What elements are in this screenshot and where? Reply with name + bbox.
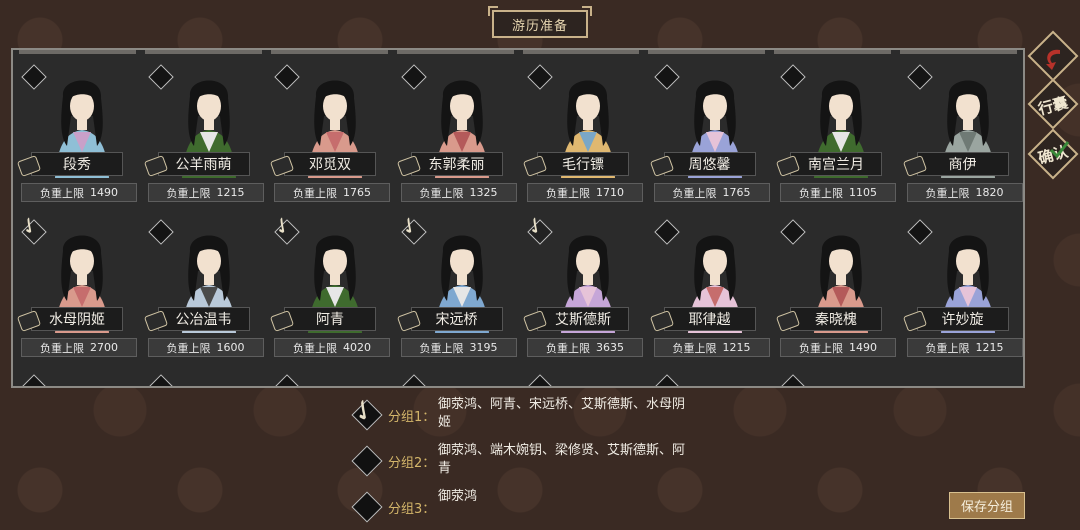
select-checkbox[interactable] [274, 374, 300, 386]
character-card-partial[interactable] [776, 370, 894, 388]
select-checkbox[interactable] [527, 374, 553, 386]
character-name: 公羊雨萌 [157, 152, 250, 176]
character-portrait [184, 384, 224, 388]
character-card-partial[interactable] [650, 370, 768, 388]
character-name: 耶律越 [663, 307, 756, 331]
character-portrait [57, 384, 97, 388]
group-2-checkbox[interactable] [351, 445, 383, 477]
character-card[interactable]: 南宫兰月负重上限 1105 [775, 60, 896, 208]
weight-limit: 负重上限 1765 [653, 183, 770, 202]
character-card-partial[interactable] [144, 370, 262, 388]
weight-limit: 负重上限 4020 [274, 338, 390, 357]
character-name: 秦晓槐 [790, 307, 882, 331]
character-card[interactable]: 毛行镖负重上限 1710 [522, 60, 643, 208]
group-item-3[interactable]: 分组3： 御荥鸿 [350, 486, 710, 530]
character-name: 公冶温韦 [157, 307, 250, 331]
weight-limit: 负重上限 3195 [400, 338, 517, 357]
weight-limit: 负重上限 1600 [147, 338, 264, 357]
weight-limit: 负重上限 1105 [780, 183, 896, 202]
weight-limit: 负重上限 1325 [400, 183, 517, 202]
group-3-checkbox[interactable] [351, 491, 383, 523]
group-2-members: 御荥鸿、端木婉钥、梁修贤、艾斯德斯、阿青 [438, 443, 686, 476]
weight-limit: 负重上限 1490 [780, 338, 896, 357]
character-name: 商伊 [916, 152, 1009, 176]
character-card[interactable]: 公羊雨萌负重上限 1215 [143, 60, 264, 208]
select-checkbox[interactable] [21, 374, 47, 386]
character-card[interactable]: ✓ 艾斯德斯 负重上限 3635 [521, 211, 643, 363]
weight-limit: 负重上限 1215 [906, 338, 1023, 357]
character-name: 东郭柔丽 [410, 152, 503, 176]
character-name: 南宫兰月 [790, 152, 882, 176]
weight-limit: 负重上限 2700 [21, 338, 137, 357]
weight-limit: 负重上限 1490 [21, 183, 137, 202]
select-checkbox[interactable] [780, 374, 806, 386]
character-card-partial[interactable] [397, 370, 515, 388]
character-card[interactable]: ✓ 宋远桥 负重上限 3195 [394, 211, 517, 363]
panel-top-bars [19, 50, 1017, 55]
group-item-1[interactable]: ✓ 分组1： 御荥鸿、阿青、宋远桥、艾斯德斯、水母阴姬 [344, 391, 710, 438]
character-name: 宋远桥 [410, 307, 503, 331]
weight-limit: 负重上限 3635 [527, 338, 643, 357]
character-name: 阿青 [284, 307, 376, 331]
page-title-text: 游历准备 [511, 18, 568, 34]
select-checkbox[interactable] [400, 374, 427, 386]
character-panel: 段秀 负重上限 1490 公羊雨萌 负重上限 1215 邓觅双 负重上限 1765 东郭柔丽 负重上… [11, 48, 1025, 388]
return-arrow-icon [1046, 49, 1060, 70]
character-card[interactable]: 周悠馨负重上限 1765 [649, 60, 770, 208]
character-card[interactable]: ✓ 阿青 负重上限 4020 [268, 211, 390, 363]
character-name: 艾斯德斯 [537, 307, 629, 331]
group-3-members: 御荥鸿 [438, 489, 478, 504]
group-1-label: 分组1： [388, 410, 436, 425]
group-1-members: 御荥鸿、阿青、宋远桥、艾斯德斯、水母阴姬 [438, 397, 686, 430]
character-name: 毛行镖 [537, 152, 629, 176]
character-name: 周悠馨 [663, 152, 756, 176]
character-card[interactable]: 商伊负重上限 1820 [902, 60, 1023, 208]
character-card[interactable]: 公冶温韦负重上限 1600 [143, 215, 264, 363]
group-2-label: 分组2： [388, 456, 436, 471]
weight-limit: 负重上限 1215 [147, 183, 264, 202]
page-title: 游历准备 [488, 6, 592, 38]
character-card[interactable]: 秦晓槐负重上限 1490 [775, 215, 896, 363]
character-card[interactable]: 许妙旋负重上限 1215 [902, 215, 1023, 363]
save-group-button[interactable]: 保存分组 [949, 492, 1025, 519]
character-card[interactable]: 东郭柔丽负重上限 1325 [396, 60, 517, 208]
weight-limit: 负重上限 1215 [653, 338, 770, 357]
character-portrait [690, 384, 730, 388]
weight-limit: 负重上限 1710 [527, 183, 643, 202]
check-icon: ✓ [343, 390, 384, 431]
character-card[interactable]: 邓觅双负重上限 1765 [269, 60, 390, 208]
character-card-partial[interactable] [270, 370, 388, 388]
weight-limit: 负重上限 1765 [274, 183, 390, 202]
group-3-label: 分组3： [388, 502, 436, 517]
character-card[interactable]: 段秀负重上限 1490 [16, 60, 137, 208]
character-card[interactable]: 耶律越负重上限 1215 [649, 215, 770, 363]
character-portrait [816, 384, 856, 388]
character-portrait [563, 384, 603, 388]
character-card[interactable]: ✓ 水母阴姬 负重上限 2700 [15, 211, 137, 363]
character-card-partial[interactable] [17, 370, 135, 388]
confirm-check-icon [1049, 141, 1070, 159]
weight-limit: 负重上限 1820 [906, 183, 1023, 202]
character-name: 水母阴姬 [31, 307, 123, 331]
select-checkbox[interactable] [653, 374, 680, 386]
character-portrait [437, 384, 477, 388]
group-item-2[interactable]: 分组2： 御荥鸿、端木婉钥、梁修贤、艾斯德斯、阿青 [350, 440, 710, 484]
character-name: 邓觅双 [284, 152, 376, 176]
character-name: 许妙旋 [916, 307, 1009, 331]
character-portrait [310, 384, 350, 388]
character-card-partial[interactable] [523, 370, 641, 388]
select-checkbox[interactable] [147, 374, 174, 386]
character-name: 段秀 [31, 152, 123, 176]
